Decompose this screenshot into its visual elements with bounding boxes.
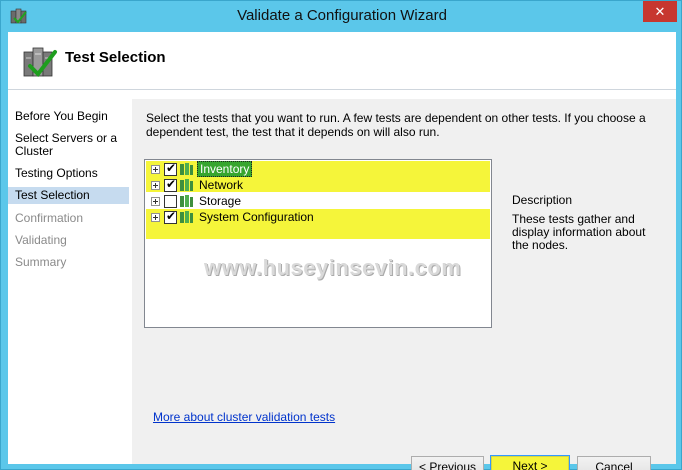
test-category-icon — [180, 178, 193, 191]
cancel-button[interactable]: Cancel — [577, 456, 651, 470]
tree-row-system-configuration[interactable]: System Configuration — [151, 209, 316, 225]
nav-step-select-servers[interactable]: Select Servers or a Cluster — [8, 132, 129, 158]
wizard-header: Test Selection — [8, 32, 676, 90]
watermark-text: www.huseyinsevin.com — [204, 255, 462, 280]
tree-row-storage[interactable]: Storage — [151, 193, 243, 209]
main-panel: Select the tests that you want to run. A… — [132, 99, 676, 464]
expand-icon[interactable] — [151, 212, 160, 222]
inventory-checkbox[interactable] — [164, 161, 177, 176]
instructions-text: Select the tests that you want to run. A… — [146, 111, 646, 139]
nav-step-summary: Summary — [15, 255, 67, 269]
expand-icon[interactable] — [151, 180, 160, 190]
page-title: Test Selection — [65, 49, 166, 66]
expand-icon[interactable] — [151, 164, 160, 174]
tree-row-network[interactable]: Network — [151, 177, 245, 193]
nav-step-validating: Validating — [15, 233, 67, 247]
more-about-validation-link[interactable]: More about cluster validation tests — [153, 410, 335, 424]
tree-row-inventory[interactable]: Inventory — [151, 161, 253, 177]
validation-checklist-icon — [23, 47, 57, 78]
description-text: These tests gather and display informati… — [512, 212, 646, 252]
test-category-icon — [180, 210, 193, 223]
tree-label-system-configuration[interactable]: System Configuration — [197, 210, 316, 224]
window-title: Validate a Configuration Wizard — [237, 7, 447, 24]
wizard-client-area: Test Selection Before You Begin Select S… — [8, 32, 676, 470]
description-heading: Description — [512, 193, 573, 207]
tree-label-storage[interactable]: Storage — [197, 194, 243, 208]
close-button[interactable]: ✕ — [643, 1, 677, 22]
previous-button[interactable]: < Previous — [411, 456, 484, 470]
wizard-steps-nav: Before You Begin Select Servers or a Clu… — [8, 99, 129, 464]
system-configuration-checkbox[interactable] — [164, 209, 177, 224]
title-bar[interactable]: Validate a Configuration Wizard ✕ — [1, 1, 681, 32]
nav-step-test-selection[interactable]: Test Selection — [8, 187, 129, 204]
test-category-icon — [180, 194, 193, 207]
nav-step-testing-options[interactable]: Testing Options — [8, 167, 129, 180]
test-tree[interactable]: Inventory Network Storage — [144, 159, 492, 328]
nav-step-confirmation: Confirmation — [15, 211, 84, 225]
tree-label-inventory[interactable]: Inventory — [197, 161, 253, 177]
wizard-window: Validate a Configuration Wizard ✕ Test S… — [0, 0, 682, 470]
nav-step-before-you-begin[interactable]: Before You Begin — [8, 110, 129, 123]
storage-checkbox[interactable] — [164, 194, 177, 208]
expand-icon[interactable] — [151, 196, 160, 206]
tree-label-network[interactable]: Network — [197, 178, 245, 192]
network-checkbox[interactable] — [164, 177, 177, 192]
next-button[interactable]: Next > — [490, 455, 570, 470]
test-category-icon — [180, 162, 193, 175]
